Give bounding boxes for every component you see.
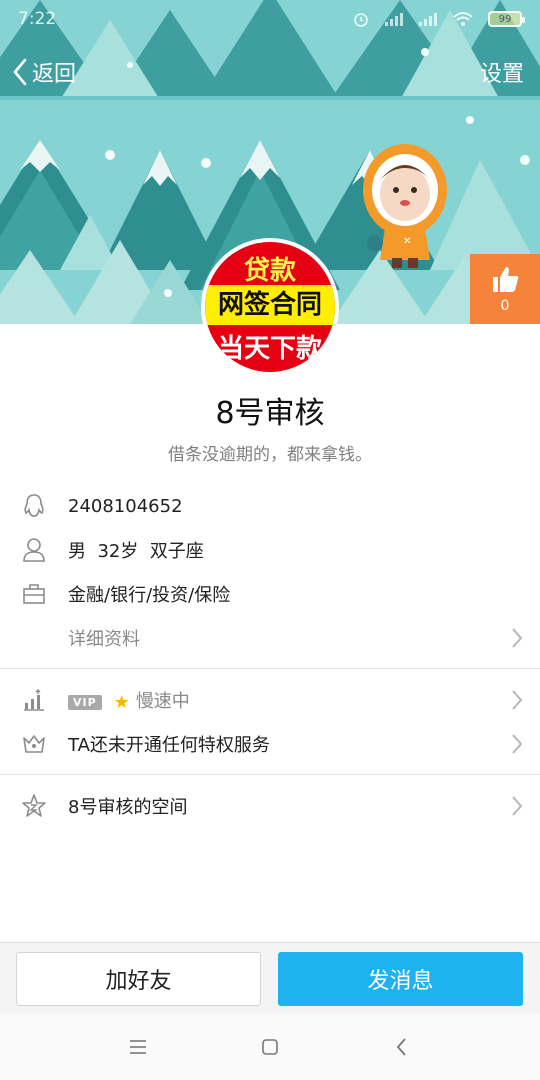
occupation-row: 金融/银行/投资/保险 [0, 572, 540, 616]
menu-key[interactable] [118, 1027, 158, 1067]
space-label: 8号审核的空间 [68, 797, 188, 818]
speed-text: 慢速中 [135, 691, 190, 712]
avatar-text-line3: 当天下款 [217, 334, 322, 364]
chevron-right-icon [512, 628, 523, 648]
chevron-right-icon [512, 690, 523, 710]
status-bar: 7:22 99 [0, 0, 540, 38]
gender: 男 [68, 541, 86, 562]
divider [0, 668, 540, 669]
back-button[interactable]: 返回 [12, 56, 76, 88]
chevron-left-icon [13, 58, 27, 86]
briefcase-icon [20, 580, 48, 608]
privilege-row[interactable]: TA还未开通任何特权服务 [0, 722, 540, 766]
qq-number-row: 2408104652 [0, 484, 540, 528]
vip-status: VIP ★ 慢速中 [68, 687, 190, 713]
thumbs-up-icon [493, 267, 519, 292]
status-time: 7:22 [18, 9, 57, 29]
system-nav-bar [0, 1014, 540, 1080]
square-home-icon [262, 1039, 278, 1055]
zodiac: 双子座 [149, 541, 204, 562]
like-count: 0 [500, 298, 510, 314]
add-friend-button[interactable]: 加好友 [16, 952, 261, 1006]
basic-info-row: 男 32岁 双子座 [0, 528, 540, 572]
penguin-icon [20, 492, 48, 520]
avatar[interactable]: 贷款 网签合同 当天下款 [201, 238, 339, 376]
chevron-right-icon [512, 734, 523, 754]
profile-name: 8号审核 [215, 396, 325, 431]
back-key[interactable] [382, 1027, 422, 1067]
star-space-icon [20, 792, 48, 820]
avatar-text-line1: 贷款 [243, 256, 296, 286]
battery-level: 99 [498, 13, 512, 25]
avatar-text-line2: 网签合同 [205, 285, 335, 325]
space-row[interactable]: 8号审核的空间 [0, 784, 540, 828]
details-link: 详细资料 [68, 629, 140, 650]
chevron-right-icon [512, 796, 523, 816]
menu-icon [130, 1040, 146, 1054]
back-arrow-icon [396, 1038, 406, 1056]
action-bar: 加好友 发消息 [0, 942, 540, 1014]
like-button[interactable]: 0 [470, 254, 540, 324]
back-label: 返回 [32, 62, 77, 87]
alarm-icon [354, 13, 368, 27]
home-key[interactable] [250, 1027, 290, 1067]
avatar-image: 贷款 网签合同 当天下款 [205, 242, 335, 372]
top-nav: 返回 设置 [0, 50, 540, 94]
vip-badge: VIP [68, 694, 102, 710]
svg-text:✕: ✕ [403, 236, 411, 247]
signal-hd-icon [419, 13, 437, 26]
star-icon: ★ [113, 691, 130, 713]
settings-button[interactable]: 设置 [480, 56, 524, 88]
signal-icon [385, 13, 403, 26]
vip-row[interactable]: VIP ★ 慢速中 [0, 678, 540, 722]
battery-icon: 99 [488, 11, 525, 27]
occupation: 金融/银行/投资/保险 [68, 585, 231, 606]
details-row[interactable]: 详细资料 [0, 616, 540, 660]
age: 32岁 [97, 541, 139, 562]
privilege-text: TA还未开通任何特权服务 [68, 735, 270, 756]
basic-info: 男 32岁 双子座 [68, 537, 204, 563]
speed-bars-icon [20, 686, 48, 714]
profile-signature: 借条没逾期的，都来拿钱。 [168, 445, 372, 465]
crown-icon [20, 730, 48, 758]
divider [0, 774, 540, 775]
send-message-button[interactable]: 发消息 [278, 952, 523, 1006]
qq-number: 2408104652 [68, 495, 183, 517]
wifi-icon [453, 12, 473, 26]
person-icon [20, 536, 48, 564]
